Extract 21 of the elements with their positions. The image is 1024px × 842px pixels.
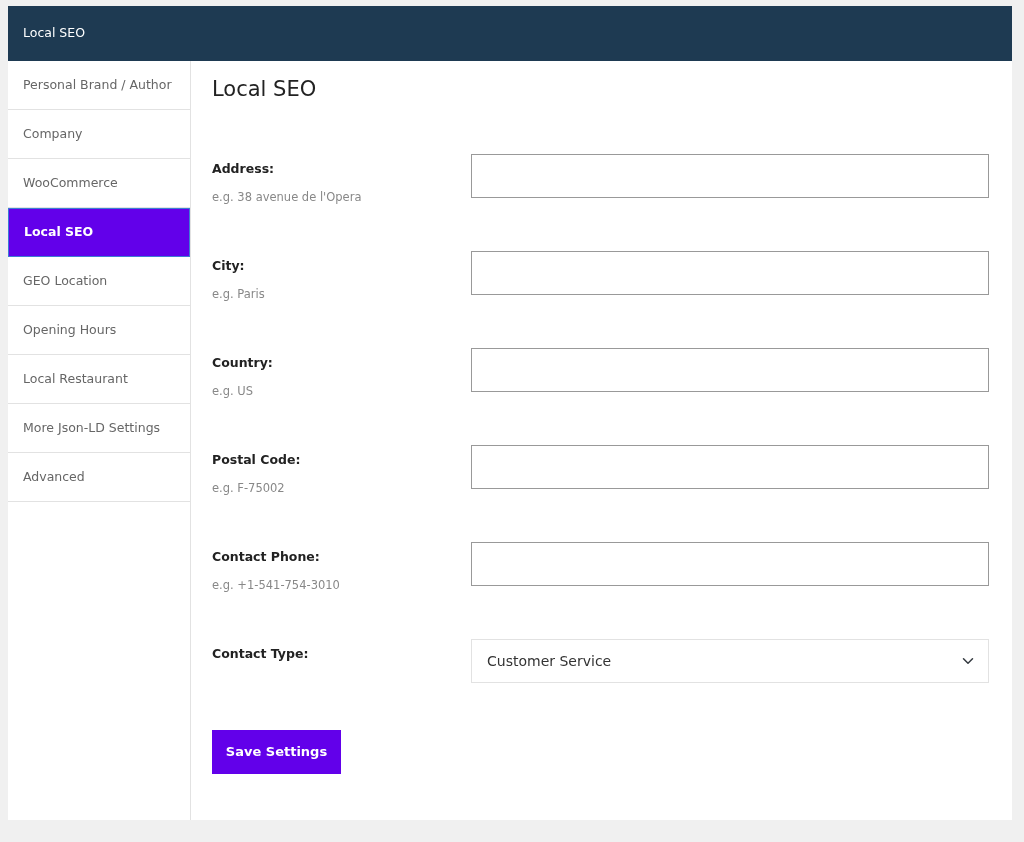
page-title: Local SEO [212, 77, 318, 103]
field-hint: e.g. +1-541-754-3010 [212, 576, 341, 594]
input-field[interactable] [471, 445, 989, 490]
field-hint: e.g. Paris [212, 285, 266, 303]
field-label: Contact Phone: [212, 548, 321, 567]
field-label: Postal Code: [212, 451, 302, 470]
input-field[interactable] [471, 542, 989, 587]
field-label: Address: [212, 160, 276, 179]
input-field[interactable] [471, 154, 989, 199]
field-label: City: [212, 257, 246, 276]
field-hint: e.g. US [212, 382, 255, 400]
field-label: Contact Type: [212, 645, 310, 664]
input-field[interactable] [471, 348, 989, 393]
field-hint: e.g. F-75002 [212, 479, 286, 497]
header-title: Local SEO [23, 24, 86, 43]
contact-type-select[interactable]: Customer Service [471, 639, 989, 684]
input-field[interactable] [471, 251, 989, 296]
field-hint: e.g. 38 avenue de l'Opera [212, 188, 363, 206]
sidebar-item[interactable]: Local SEO [8, 208, 190, 257]
save-button[interactable]: Save Settings [212, 730, 341, 775]
field-label: Country: [212, 354, 274, 373]
